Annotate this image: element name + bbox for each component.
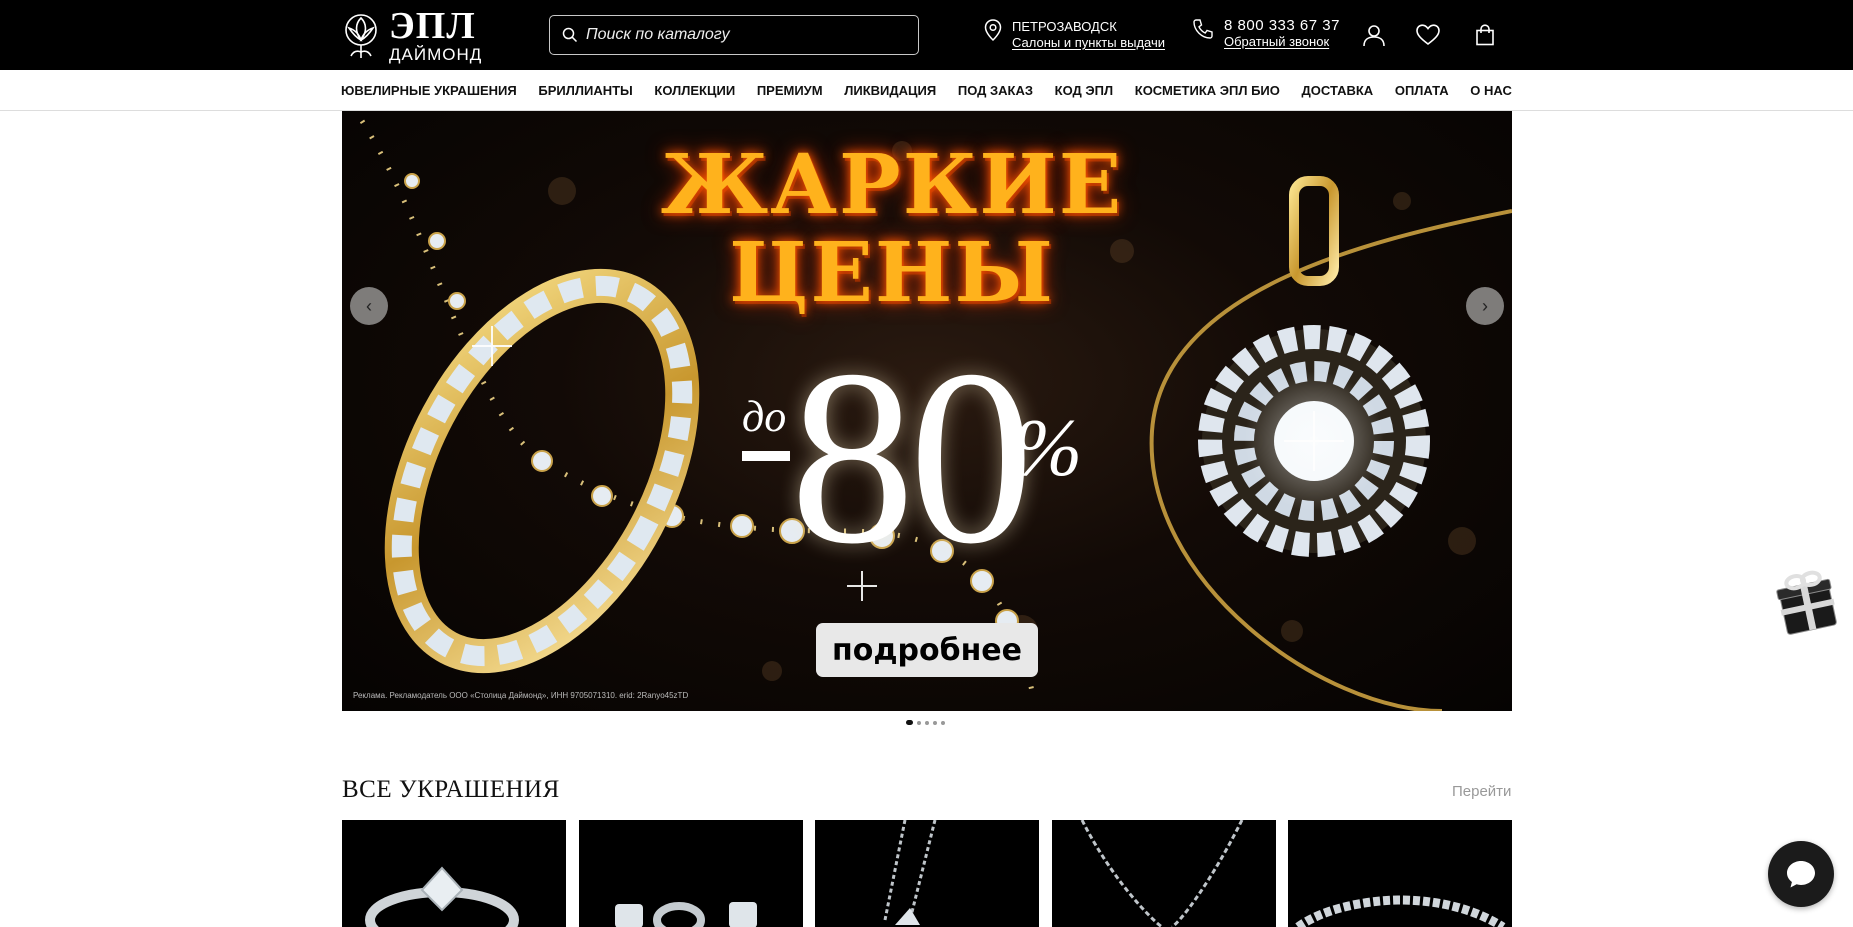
search-input[interactable] — [586, 26, 886, 44]
nav-item-jewelry[interactable]: ЮВЕЛИРНЫЕ УКРАШЕНИЯ — [341, 83, 517, 98]
callback-link[interactable]: Обратный звонок — [1224, 34, 1340, 50]
next-slide-button[interactable]: › — [1466, 287, 1504, 325]
slider-dot[interactable] — [925, 720, 929, 725]
discount-prefix: до — [742, 392, 787, 441]
slider-dot[interactable] — [941, 720, 945, 725]
banner-title: ЖАРКИЕ ЦЕНЫ — [642, 141, 1142, 317]
nav-item-diamonds[interactable]: БРИЛЛИАНТЫ — [538, 83, 632, 98]
nav-item-about[interactable]: О НАС — [1470, 83, 1512, 98]
bracelet-image — [1295, 895, 1506, 927]
more-button[interactable]: подробнее — [816, 623, 1038, 677]
main-nav: ЮВЕЛИРНЫЕ УКРАШЕНИЯ БРИЛЛИАНТЫ КОЛЛЕКЦИИ… — [0, 70, 1853, 111]
nav-item-collections[interactable]: КОЛЛЕКЦИИ — [654, 83, 735, 98]
nav-item-payment[interactable]: ОПЛАТА — [1395, 83, 1449, 98]
top-header: ЭПЛ ДАЙМОНД ПЕТРОЗАВОДСК Салоны и пункты… — [0, 0, 1853, 70]
gift-widget[interactable] — [1770, 562, 1846, 638]
logo-flower-icon — [345, 14, 377, 58]
user-icon[interactable] — [1361, 22, 1387, 48]
product-card-bracelet[interactable] — [1288, 820, 1512, 927]
search-icon — [562, 27, 578, 43]
banner-title-line1: ЖАРКИЕ — [660, 137, 1124, 233]
nav-item-delivery[interactable]: ДОСТАВКА — [1302, 83, 1374, 98]
ad-disclaimer: Реклама. Рекламодатель ООО «Столица Дайм… — [353, 691, 689, 700]
section-title: ВСЕ УКРАШЕНИЯ — [342, 776, 560, 803]
slider-dot[interactable] — [933, 720, 937, 725]
slider-dot[interactable] — [917, 720, 921, 725]
discount-number: 80 — [790, 319, 1034, 596]
product-card-pendant[interactable] — [815, 820, 1039, 927]
gift-box-icon — [1776, 570, 1837, 635]
chat-button[interactable] — [1768, 841, 1834, 907]
city-name: ПЕТРОЗАВОДСК — [1012, 19, 1117, 34]
pendant-image — [883, 820, 937, 925]
nav-item-custom-order[interactable]: ПОД ЗАКАЗ — [958, 83, 1033, 98]
product-card-ring[interactable] — [342, 820, 566, 927]
section-go-link[interactable]: Перейти — [1452, 783, 1511, 800]
chevron-left-icon: ‹ — [366, 295, 372, 316]
product-cards — [342, 820, 1512, 927]
slider-dot[interactable] — [906, 720, 913, 725]
discount-percent: % — [1014, 402, 1083, 493]
nav-item-liquidation[interactable]: ЛИКВИДАЦИЯ — [844, 83, 936, 98]
search-box[interactable] — [549, 15, 919, 55]
logo-main-text: ЭПЛ — [389, 5, 476, 47]
prev-slide-button[interactable]: ‹ — [350, 287, 388, 325]
phone-number[interactable]: 8 800 333 67 37 — [1224, 18, 1340, 34]
slider-dots — [906, 720, 945, 725]
nav-item-epl-code[interactable]: КОД ЭПЛ — [1055, 83, 1113, 98]
discount-label: до 80 % — [742, 333, 1142, 591]
phone-icon — [1193, 19, 1213, 39]
ring-image — [365, 866, 519, 927]
heart-icon[interactable] — [1415, 22, 1441, 48]
earrings-image — [614, 902, 757, 927]
bag-icon[interactable] — [1472, 22, 1498, 48]
logo[interactable]: ЭПЛ ДАЙМОНД — [341, 5, 483, 64]
product-card-chain[interactable] — [1051, 820, 1276, 927]
product-card-earrings[interactable] — [578, 820, 803, 927]
nav-item-cosmetics[interactable]: КОСМЕТИКА ЭПЛ БИО — [1135, 83, 1280, 98]
phone-block[interactable]: 8 800 333 67 37 Обратный звонок — [1192, 18, 1340, 50]
banner-title-line2: ЦЕНЫ — [729, 225, 1055, 321]
location-icon — [984, 19, 1002, 41]
city-selector[interactable]: ПЕТРОЗАВОДСК Салоны и пункты выдачи — [984, 19, 1165, 51]
discount-prefix-bar — [742, 451, 790, 461]
chain-image — [1080, 820, 1243, 927]
salons-link[interactable]: Салоны и пункты выдачи — [1012, 35, 1165, 51]
chevron-right-icon: › — [1482, 295, 1488, 316]
logo-sub-text: ДАЙМОНД — [389, 45, 483, 64]
promo-banner[interactable]: ЖАРКИЕ ЦЕНЫ до 80 % подробнее Реклама. Р… — [342, 111, 1512, 711]
chat-bubble-icon — [1787, 861, 1815, 888]
nav-item-premium[interactable]: ПРЕМИУМ — [757, 83, 823, 98]
